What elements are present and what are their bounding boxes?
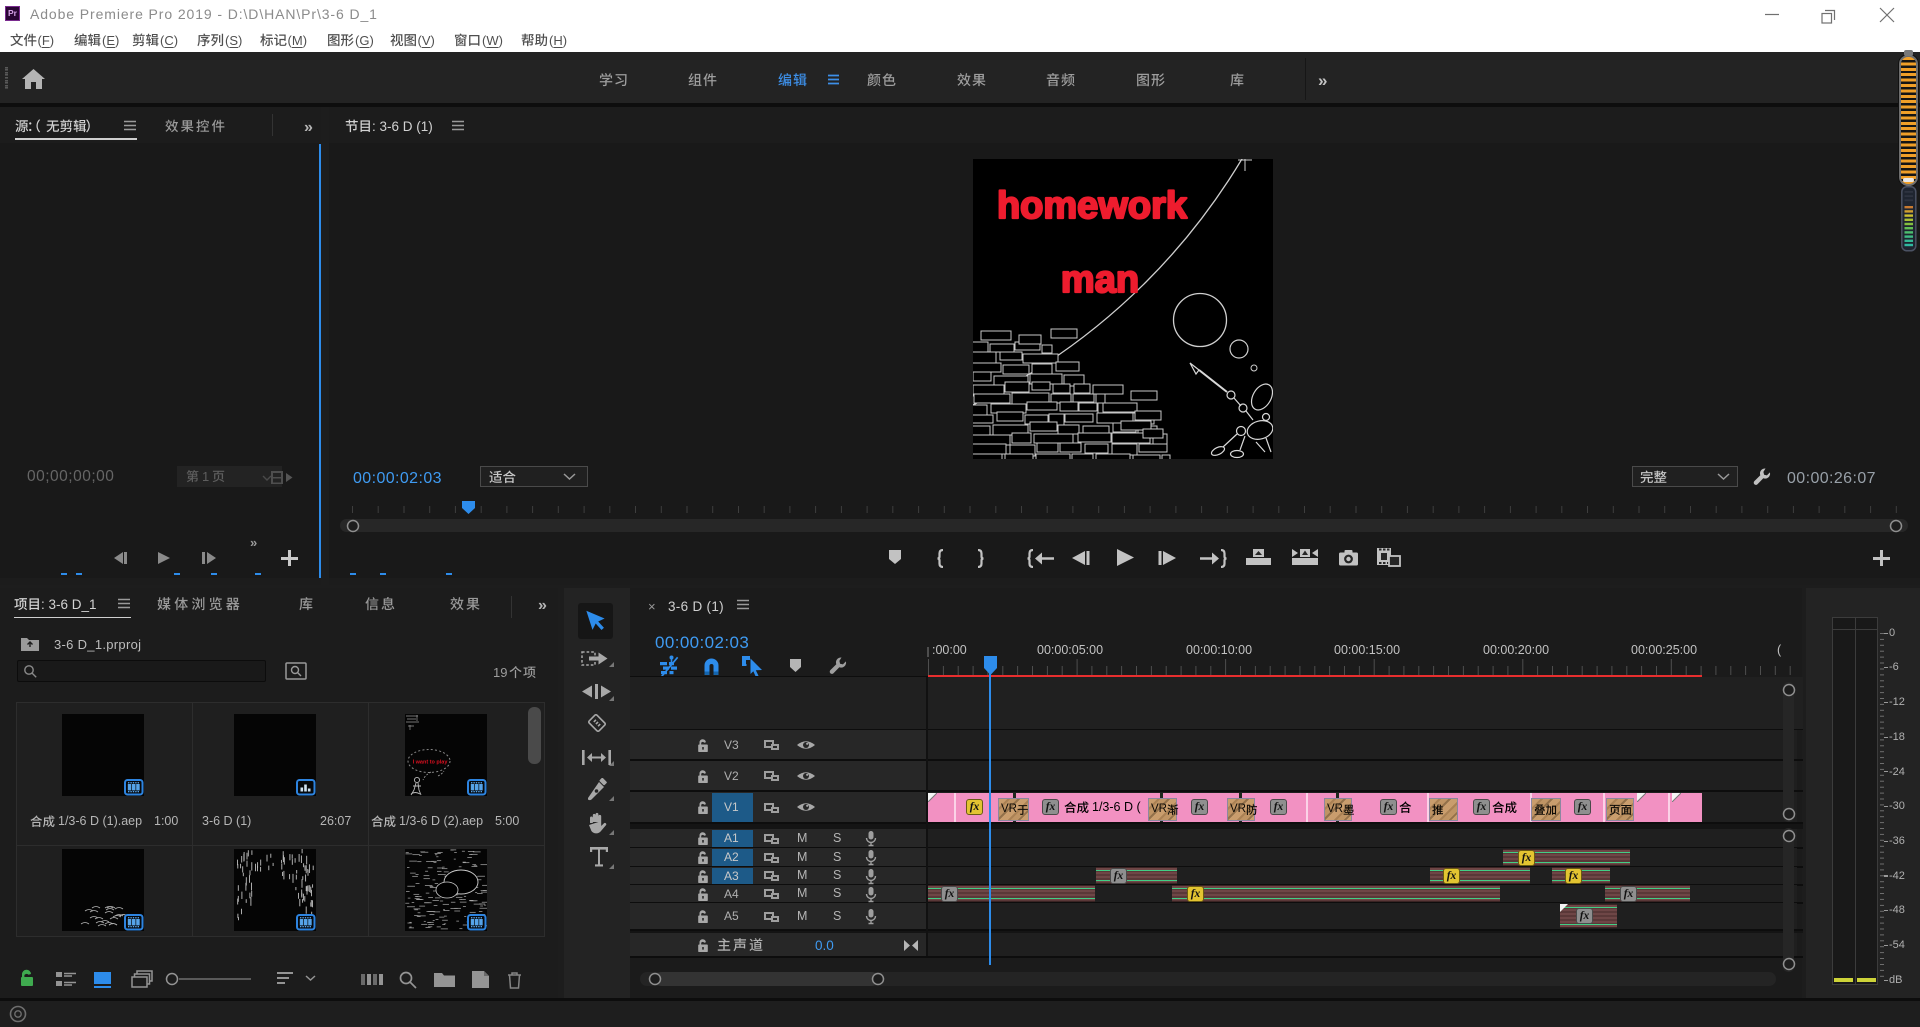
svg-text:I want to play: I want to play (413, 760, 449, 766)
svg-text:man: man (1061, 259, 1139, 301)
svg-text:homework: homework (997, 185, 1188, 227)
